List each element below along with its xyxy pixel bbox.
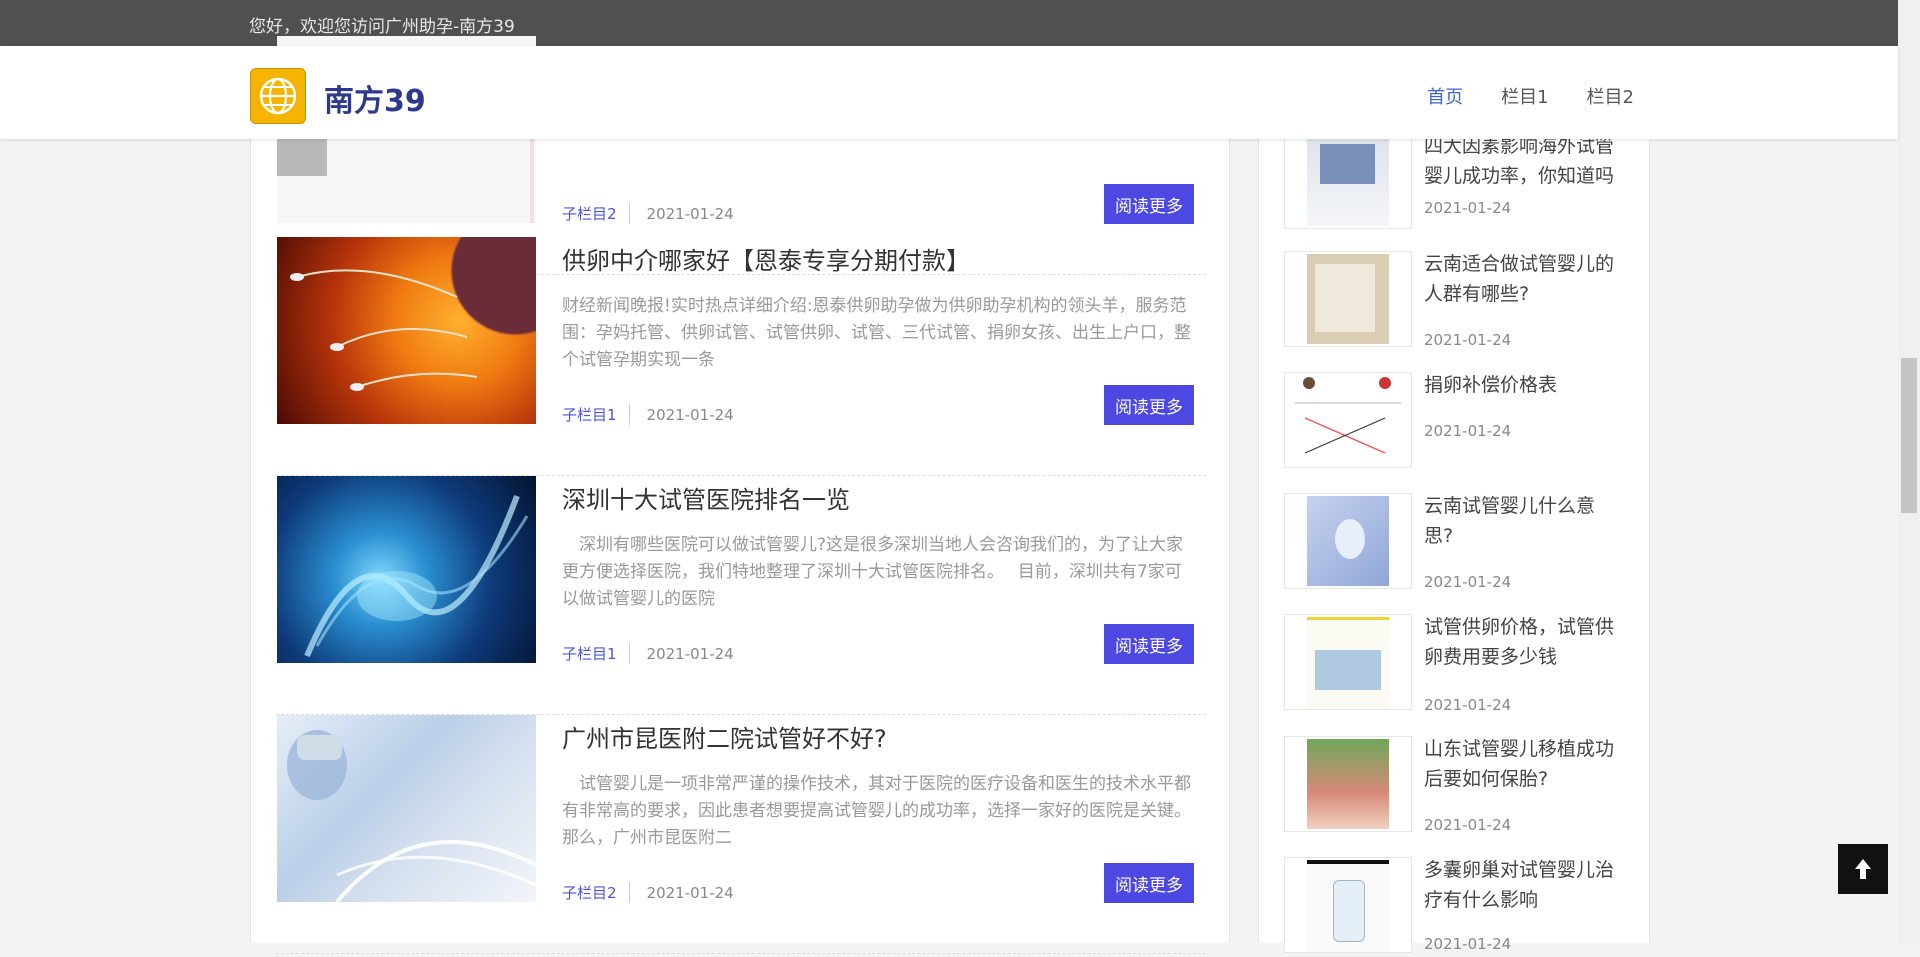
article-item: 广州市昆医附二院试管好不好? 试管婴儿是一项非常严谨的操作技术，其对于医院的医疗…	[276, 715, 1206, 954]
sidebar-item-date: 2021-01-24	[1424, 422, 1512, 440]
article-date: 2021-01-24	[646, 405, 734, 424]
article-category-link[interactable]: 子栏目2	[562, 882, 630, 903]
article-thumbnail[interactable]	[277, 715, 536, 902]
article-category-link[interactable]: 子栏目1	[562, 404, 630, 425]
sidebar-item-title[interactable]: 山东试管婴儿移植成功后要如何保胎?	[1424, 734, 1624, 794]
article-thumbnail[interactable]	[277, 476, 536, 663]
nav-item-column-1[interactable]: 栏目1	[1501, 83, 1548, 109]
article-summary: 试管婴儿是一项非常严谨的操作技术，其对于医院的医疗设备和医生的技术水平都有非常高…	[562, 774, 1191, 848]
article-item: 供卵中介哪家好【恩泰专享分期付款】 财经新闻晚报!实时热点详细介绍:恩泰供卵助孕…	[276, 237, 1206, 476]
sidebar-item-date: 2021-01-24	[1424, 816, 1512, 834]
article-thumbnail[interactable]	[277, 237, 536, 424]
article-meta: 子栏目1 2021-01-24	[562, 643, 734, 664]
article-date: 2021-01-24	[646, 883, 734, 902]
sidebar-item[interactable]: 捐卵补偿价格表 2021-01-24	[1284, 372, 1624, 472]
article-title[interactable]: 广州市昆医附二院试管好不好?	[562, 719, 887, 754]
article-meta: 子栏目2 2021-01-24	[562, 882, 734, 903]
sidebar-item[interactable]: 山东试管婴儿移植成功后要如何保胎? 2021-01-24	[1284, 736, 1624, 836]
read-more-button[interactable]: 阅读更多	[1104, 863, 1194, 903]
sidebar-thumbnail[interactable]	[1284, 133, 1412, 229]
article-date: 2021-01-24	[646, 204, 734, 223]
sidebar-thumbnail[interactable]	[1284, 857, 1412, 953]
article-category-link[interactable]: 子栏目2	[562, 203, 630, 224]
sidebar-item-title[interactable]: 四大因素影响海外试管婴儿成功率，你知道吗	[1424, 131, 1624, 191]
sidebar-item-date: 2021-01-24	[1424, 935, 1512, 953]
sidebar-item-date: 2021-01-24	[1424, 331, 1512, 349]
welcome-text: 您好，欢迎您访问广州助孕-南方39	[249, 17, 515, 37]
nav-item-home[interactable]: 首页	[1427, 83, 1463, 109]
sidebar-thumbnail[interactable]	[1284, 493, 1412, 589]
sidebar-item[interactable]: 云南适合做试管婴儿的人群有哪些? 2021-01-24	[1284, 251, 1624, 351]
sidebar-item-title[interactable]: 捐卵补偿价格表	[1424, 370, 1624, 400]
article-summary: 财经新闻晚报!实时热点详细介绍:恩泰供卵助孕做为供卵助孕机构的领头羊，服务范围：…	[562, 296, 1191, 370]
arrow-up-icon[interactable]	[1838, 844, 1888, 894]
read-more-button[interactable]: 阅读更多	[1104, 624, 1194, 664]
article-list: 子栏目2 2021-01-24 阅读更多 供卵中介哪家好【恩泰专享分期付款】 财…	[250, 36, 1230, 954]
sidebar-item[interactable]: 云南试管婴儿什么意思? 2021-01-24	[1284, 493, 1624, 593]
sidebar-item-title[interactable]: 试管供卵价格，试管供卵费用要多少钱	[1424, 612, 1624, 672]
sidebar-thumbnail[interactable]	[1284, 736, 1412, 832]
sidebar-item-title[interactable]: 多囊卵巢对试管婴儿治疗有什么影响	[1424, 855, 1624, 915]
article-title[interactable]: 深圳十大试管医院排名一览	[562, 480, 850, 515]
read-more-button[interactable]: 阅读更多	[1104, 385, 1194, 425]
article-date: 2021-01-24	[646, 644, 734, 663]
site-header: 南方39 首页 栏目1 栏目2	[0, 46, 1898, 139]
sidebar-item[interactable]: 多囊卵巢对试管婴儿治疗有什么影响 2021-01-24	[1284, 857, 1624, 957]
sidebar-thumbnail[interactable]	[1284, 251, 1412, 347]
main-nav: 首页 栏目1 栏目2	[1427, 83, 1634, 109]
sidebar-item-date: 2021-01-24	[1424, 573, 1512, 591]
sidebar-item-date: 2021-01-24	[1424, 696, 1512, 714]
sidebar-latest-list: 四大因素影响海外试管婴儿成功率，你知道吗 2021-01-24 云南适合做试管婴…	[1258, 133, 1650, 953]
sidebar-item-title[interactable]: 云南适合做试管婴儿的人群有哪些?	[1424, 249, 1624, 309]
nav-item-column-2[interactable]: 栏目2	[1587, 83, 1634, 109]
article-meta: 子栏目1 2021-01-24	[562, 404, 734, 425]
article-summary: 深圳有哪些医院可以做试管婴儿?这是很多深圳当地人会咨询我们的，为了让大家更方便选…	[562, 535, 1184, 609]
site-logo-text[interactable]: 南方39	[324, 76, 426, 120]
sidebar-thumbnail[interactable]	[1284, 614, 1412, 710]
sidebar-item-title[interactable]: 云南试管婴儿什么意思?	[1424, 491, 1624, 551]
sidebar-thumbnail[interactable]	[1284, 372, 1412, 468]
sidebar-item[interactable]: 四大因素影响海外试管婴儿成功率，你知道吗 2021-01-24	[1284, 133, 1624, 233]
sidebar-item[interactable]: 试管供卵价格，试管供卵费用要多少钱 2021-01-24	[1284, 614, 1624, 714]
read-more-button[interactable]: 阅读更多	[1104, 184, 1194, 224]
page-scrollbar-thumb[interactable]	[1901, 358, 1917, 513]
sidebar-item-date: 2021-01-24	[1424, 199, 1512, 217]
article-category-link[interactable]: 子栏目1	[562, 643, 630, 664]
article-title[interactable]: 供卵中介哪家好【恩泰专享分期付款】	[562, 241, 970, 276]
globe-icon[interactable]	[250, 68, 306, 124]
article-item: 深圳十大试管医院排名一览 深圳有哪些医院可以做试管婴儿?这是很多深圳当地人会咨询…	[276, 476, 1206, 715]
article-meta: 子栏目2 2021-01-24	[562, 203, 734, 224]
